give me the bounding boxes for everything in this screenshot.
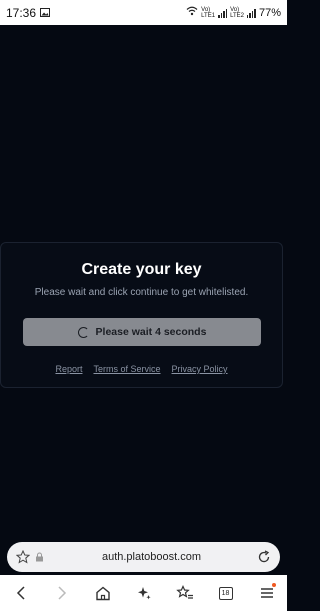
- terms-link[interactable]: Terms of Service: [93, 364, 160, 374]
- url-text[interactable]: auth.platoboost.com: [47, 551, 256, 563]
- card-title: Create your key: [81, 261, 202, 278]
- gallery-notification-icon: [40, 6, 51, 20]
- notification-dot-icon: [271, 583, 276, 587]
- page-content: Create your key Please wait and click co…: [0, 25, 287, 540]
- back-icon[interactable]: [10, 582, 32, 604]
- sim1-signal-icon: [218, 8, 228, 18]
- ai-sparkle-icon[interactable]: [133, 582, 155, 604]
- battery-level: 77%: [258, 6, 281, 19]
- report-link[interactable]: Report: [55, 364, 82, 374]
- reload-icon[interactable]: [256, 549, 272, 565]
- status-bar: 17:36 Vo) LTE1 Vo) LTE2 77%: [0, 0, 287, 25]
- tab-count: 18: [218, 586, 233, 600]
- card-subtitle: Please wait and click continue to get wh…: [34, 287, 249, 298]
- tabs-icon[interactable]: 18: [215, 582, 237, 604]
- forward-icon[interactable]: [51, 582, 73, 604]
- sim1-label: Vo) LTE1: [201, 6, 216, 19]
- status-time: 17:36: [6, 5, 37, 20]
- key-card: Create your key Please wait and click co…: [0, 242, 283, 388]
- bookmarks-list-icon[interactable]: [174, 582, 196, 604]
- wait-button[interactable]: Please wait 4 seconds: [23, 318, 261, 346]
- wait-button-label: Please wait 4 seconds: [95, 326, 207, 338]
- bookmark-star-icon[interactable]: [15, 549, 31, 565]
- loading-spinner-icon: [77, 326, 89, 338]
- privacy-link[interactable]: Privacy Policy: [172, 364, 228, 374]
- lock-icon: [31, 549, 47, 565]
- wifi-icon: [186, 6, 198, 19]
- sim2-label: Vo) LTE2: [230, 6, 244, 19]
- home-icon[interactable]: [92, 582, 114, 604]
- menu-icon[interactable]: [256, 582, 278, 604]
- browser-toolbar: 18: [0, 575, 287, 611]
- sim2-signal-icon: [246, 8, 256, 18]
- footer-links: Report Terms of Service Privacy Policy: [1, 364, 282, 374]
- address-bar[interactable]: auth.platoboost.com: [7, 542, 280, 572]
